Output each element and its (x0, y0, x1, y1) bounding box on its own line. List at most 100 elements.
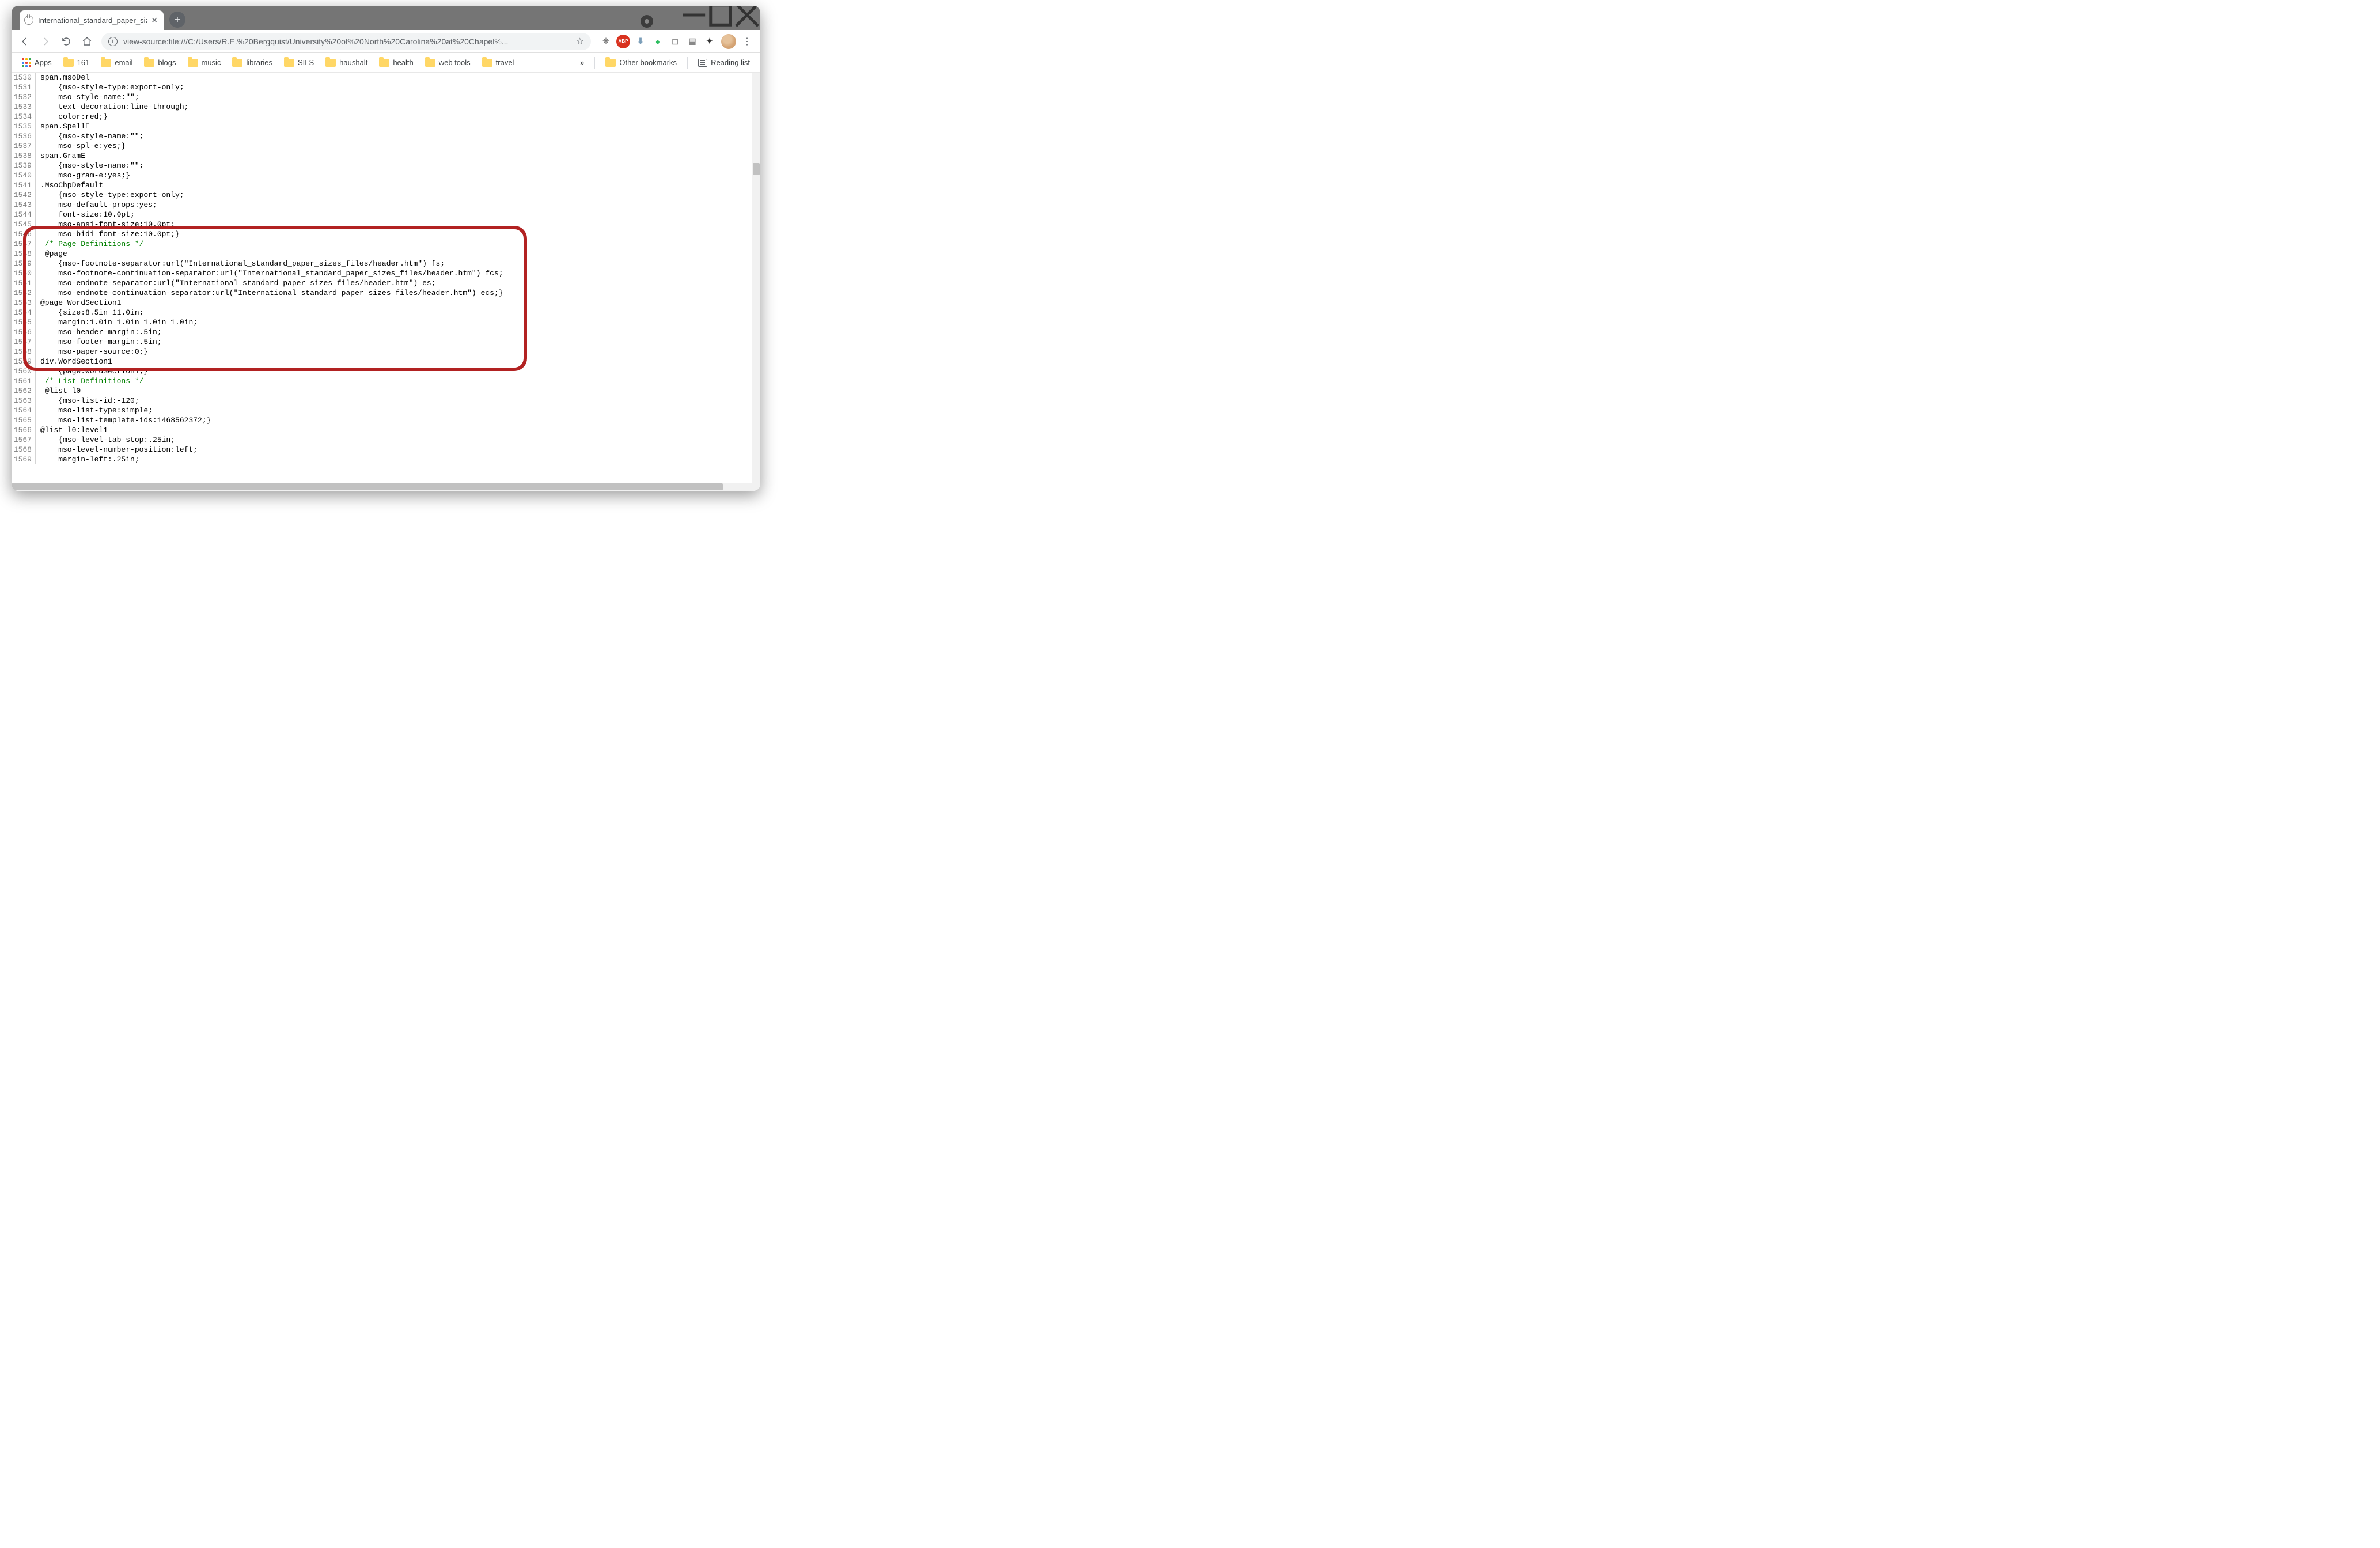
source-line: 1542 {mso-style-type:export-only; (12, 190, 752, 200)
back-button[interactable] (15, 32, 35, 51)
bookmark-folder-music[interactable]: music (183, 56, 226, 69)
line-code: span.SpellE (36, 122, 90, 131)
source-line: 1537 mso-spl-e:yes;} (12, 141, 752, 151)
line-number: 1530 (12, 73, 36, 82)
source-line: 1531 {mso-style-type:export-only; (12, 82, 752, 92)
line-number: 1562 (12, 386, 36, 396)
line-code: {size:8.5in 11.0in; (36, 308, 143, 317)
bookmark-star-icon[interactable]: ☆ (576, 36, 584, 47)
line-number: 1543 (12, 200, 36, 210)
browser-window: International_standard_paper_siz ✕ + i v… (12, 6, 760, 491)
line-code: mso-footer-margin:.5in; (36, 337, 162, 347)
folder-icon (284, 59, 294, 67)
source-line: 1565 mso-list-template-ids:1468562372;} (12, 415, 752, 425)
source-line: 1535span.SpellE (12, 122, 752, 131)
source-line: 1543 mso-default-props:yes; (12, 200, 752, 210)
home-button[interactable] (77, 32, 97, 51)
line-code: font-size:10.0pt; (36, 210, 135, 219)
bookmark-label: music (202, 58, 221, 67)
bookmark-folder-health[interactable]: health (374, 56, 418, 69)
extension-dropbox-icon[interactable]: ⬇ (634, 35, 647, 48)
bookmark-folder-libraries[interactable]: libraries (228, 56, 277, 69)
horizontal-scrollbar[interactable] (12, 483, 752, 491)
folder-icon (63, 59, 74, 67)
line-number: 1550 (12, 268, 36, 278)
horizontal-scroll-thumb[interactable] (12, 483, 723, 490)
source-line: 1554 {size:8.5in 11.0in; (12, 308, 752, 317)
bookmarks-bar: Apps 161emailblogs music librariesSILShaus… (12, 53, 760, 73)
separator (594, 57, 595, 69)
browser-tab[interactable]: International_standard_paper_siz ✕ (20, 10, 164, 30)
address-bar[interactable]: i view-source:file:///C:/Users/R.E.%20Be… (101, 33, 591, 50)
line-code: mso-bidi-font-size:10.0pt;} (36, 229, 180, 239)
bookmark-folder-haushalt[interactable]: haushalt (321, 56, 372, 69)
bookmark-label: travel (496, 58, 514, 67)
line-number: 1556 (12, 327, 36, 337)
source-line: 1532 mso-style-name:""; (12, 92, 752, 102)
line-number: 1557 (12, 337, 36, 347)
line-code: {page:WordSection1;} (36, 366, 148, 376)
line-number: 1532 (12, 92, 36, 102)
line-code: mso-ansi-font-size:10.0pt; (36, 219, 175, 229)
reading-list[interactable]: Reading list (693, 56, 755, 69)
forward-button[interactable] (36, 32, 55, 51)
bookmark-folder-161[interactable]: 161 (59, 56, 94, 69)
line-number: 1552 (12, 288, 36, 298)
bookmarks-overflow[interactable]: » (575, 56, 589, 69)
bookmark-folder-blogs[interactable]: blogs (139, 56, 180, 69)
line-number: 1536 (12, 131, 36, 141)
profile-avatar[interactable] (721, 34, 736, 49)
line-code: {mso-list-id:-120; (36, 396, 139, 406)
tab-close-icon[interactable]: ✕ (151, 16, 158, 25)
line-number: 1563 (12, 396, 36, 406)
line-number: 1538 (12, 151, 36, 161)
source-line: 1546 mso-bidi-font-size:10.0pt;} (12, 229, 752, 239)
source-line: 1533 text-decoration:line-through; (12, 102, 752, 112)
source-line: 1534 color:red;} (12, 112, 752, 122)
bookmark-folder-email[interactable]: email (96, 56, 137, 69)
line-code: mso-style-name:""; (36, 92, 139, 102)
source-line: 1550 mso-footnote-continuation-separator… (12, 268, 752, 278)
reload-button[interactable] (56, 32, 76, 51)
apps-grid-icon (22, 58, 31, 67)
line-number: 1567 (12, 435, 36, 445)
line-code: /* Page Definitions */ (36, 239, 143, 249)
extension-puzzle-icon[interactable]: ✦ (703, 35, 717, 48)
source-line: 1538span.GramE (12, 151, 752, 161)
bookmark-folder-web-tools[interactable]: web tools (420, 56, 475, 69)
close-window-button[interactable] (734, 6, 760, 24)
line-number: 1531 (12, 82, 36, 92)
apps-shortcut[interactable]: Apps (17, 56, 56, 70)
extension-ext-gear-icon[interactable]: ✳ (599, 35, 613, 48)
tab-title: International_standard_paper_siz (38, 16, 147, 25)
line-code: {mso-style-type:export-only; (36, 82, 184, 92)
extension-ext-box2-icon[interactable]: ▤ (685, 35, 699, 48)
line-number: 1546 (12, 229, 36, 239)
line-number: 1569 (12, 455, 36, 464)
source-view[interactable]: 1530span.msoDel1531 {mso-style-type:expo… (12, 73, 752, 483)
extension-ext-box1-icon[interactable]: ◻ (668, 35, 682, 48)
maximize-button[interactable] (707, 6, 734, 24)
extension-adblock-icon[interactable]: ABP (616, 35, 630, 48)
line-code: mso-paper-source:0;} (36, 347, 148, 357)
line-number: 1565 (12, 415, 36, 425)
bookmark-folder-travel[interactable]: travel (477, 56, 519, 69)
line-code: {mso-style-type:export-only; (36, 190, 184, 200)
vertical-scroll-thumb[interactable] (753, 163, 760, 175)
vertical-scrollbar[interactable] (752, 73, 760, 483)
extension-evernote-icon[interactable]: ● (651, 35, 665, 48)
site-info-icon[interactable]: i (108, 37, 118, 46)
line-code: mso-header-margin:.5in; (36, 327, 162, 337)
new-tab-button[interactable]: + (169, 12, 185, 28)
media-control-icon[interactable] (641, 15, 653, 28)
chrome-menu-button[interactable]: ⋮ (737, 32, 757, 51)
separator (687, 57, 688, 69)
other-bookmarks[interactable]: Other bookmarks (601, 56, 681, 69)
minimize-button[interactable] (681, 6, 707, 24)
source-line: 1567 {mso-level-tab-stop:.25in; (12, 435, 752, 445)
folder-icon (188, 59, 198, 67)
line-code: div.WordSection1 (36, 357, 112, 366)
bookmark-folder-SILS[interactable]: SILS (279, 56, 319, 69)
source-line: 1557 mso-footer-margin:.5in; (12, 337, 752, 347)
line-code: {mso-level-tab-stop:.25in; (36, 435, 175, 445)
